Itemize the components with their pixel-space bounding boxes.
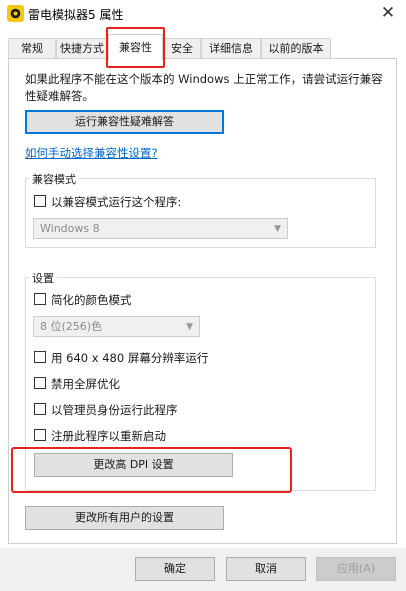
tab-shortcut[interactable]: 快捷方式 — [56, 38, 108, 58]
register-restart-checkbox[interactable] — [34, 429, 46, 441]
manual-settings-link[interactable]: 如何手动选择兼容性设置? — [25, 145, 158, 161]
dpi-highlight-annotation — [11, 447, 292, 493]
tab-details[interactable]: 详细信息 — [201, 38, 261, 58]
os-version-select[interactable]: Windows 8 ▼ — [33, 218, 288, 239]
tab-highlight-annotation — [106, 27, 165, 68]
res-640-label: 用 640 x 480 屏幕分辨率运行 — [51, 351, 209, 365]
ok-button[interactable]: 确定 — [135, 557, 215, 581]
os-version-value: Windows 8 — [40, 222, 100, 235]
color-mode-select[interactable]: 8 位(256)色 ▼ — [33, 316, 200, 337]
register-restart-label: 注册此程序以重新启动 — [51, 429, 166, 443]
tab-general[interactable]: 常规 — [8, 38, 56, 58]
chevron-down-icon: ▼ — [274, 224, 281, 234]
run-as-admin-label: 以管理员身份运行此程序 — [51, 403, 178, 417]
apply-button[interactable]: 应用(A) — [316, 557, 396, 581]
reduced-color-label: 简化的颜色模式 — [51, 293, 132, 307]
all-users-settings-button[interactable]: 更改所有用户的设置 — [25, 506, 224, 530]
close-icon[interactable]: ✕ — [378, 3, 398, 23]
compat-mode-legend: 兼容模式 — [29, 171, 79, 187]
compat-mode-checkbox[interactable] — [34, 195, 46, 207]
color-mode-value: 8 位(256)色 — [40, 320, 103, 333]
intro-text-line2: 性疑难解答。 — [25, 89, 94, 103]
compat-mode-label: 以兼容模式运行这个程序: — [51, 195, 182, 209]
tab-security[interactable]: 安全 — [163, 38, 201, 58]
chevron-down-icon: ▼ — [186, 322, 193, 332]
settings-legend: 设置 — [29, 270, 57, 286]
disable-fullscreen-checkbox[interactable] — [34, 377, 46, 389]
res-640-checkbox[interactable] — [34, 351, 46, 363]
troubleshoot-button[interactable]: 运行兼容性疑难解答 — [25, 110, 224, 134]
intro-text-line1: 如果此程序不能在这个版本的 Windows 上正常工作，请尝试运行兼容 — [25, 72, 383, 86]
app-icon — [7, 5, 24, 22]
cancel-button[interactable]: 取消 — [226, 557, 306, 581]
tab-previous-versions[interactable]: 以前的版本 — [261, 38, 331, 58]
disable-fullscreen-label: 禁用全屏优化 — [51, 377, 120, 391]
window-title: 雷电模拟器5 属性 — [28, 8, 124, 22]
reduced-color-checkbox[interactable] — [34, 293, 46, 305]
run-as-admin-checkbox[interactable] — [34, 403, 46, 415]
